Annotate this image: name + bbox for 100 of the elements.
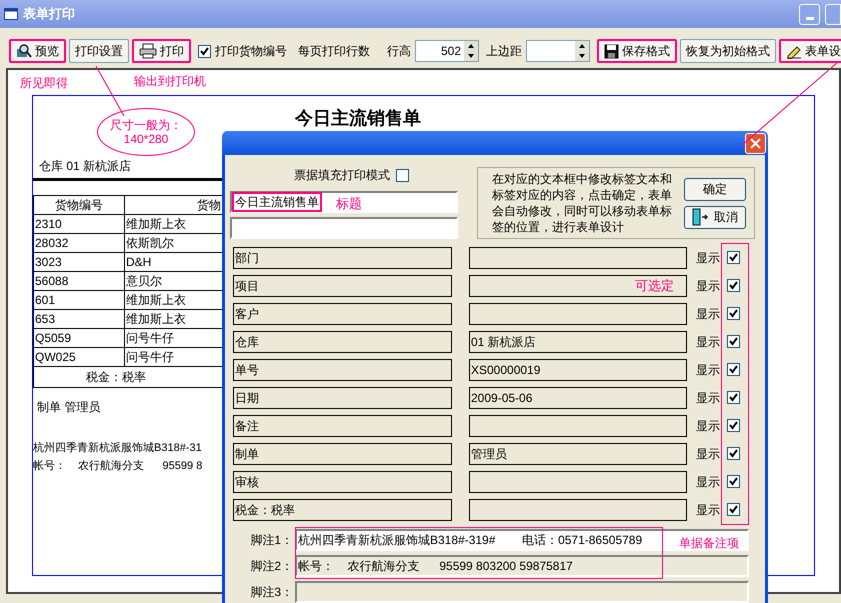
table-cell: QW025 xyxy=(34,348,125,366)
show-label: 显示 xyxy=(696,418,720,435)
table-cell: Q5059 xyxy=(34,329,125,347)
design-button[interactable]: 表单设 xyxy=(779,39,841,63)
table-cell-text: 问号牛仔 xyxy=(125,349,175,366)
table-cell-text: D&H xyxy=(125,254,152,271)
value-field[interactable]: XS00000019 xyxy=(469,359,687,381)
checkmark-icon xyxy=(729,365,738,374)
toolbar-button[interactable]: 恢复为初始格式 xyxy=(680,39,776,63)
window-icon xyxy=(4,8,18,20)
spin-label: 行高 xyxy=(387,43,411,60)
table-header: 货物 xyxy=(196,197,222,214)
floppy-icon xyxy=(604,44,619,58)
footnote-field[interactable]: 帐号： 农行航海分支 95599 803200 59875817 xyxy=(295,555,749,577)
rows-per-page-label: 每页打印行数 xyxy=(298,43,370,60)
annotation-text: 尺寸一般为： xyxy=(110,118,182,132)
checkmark-icon xyxy=(729,421,738,430)
warehouse-text: 仓库 01 新杭派店 xyxy=(39,158,132,174)
checkmark-icon xyxy=(729,393,738,402)
subtitle-field[interactable] xyxy=(230,217,458,239)
printer-icon xyxy=(139,43,157,59)
show-checkbox[interactable] xyxy=(727,391,740,404)
footnote-label: 脚注1： xyxy=(249,532,294,549)
value-field[interactable]: 管理员 xyxy=(469,443,687,465)
annotation-text: 所见即得 xyxy=(20,75,68,92)
show-checkbox[interactable] xyxy=(727,419,740,432)
checkmark-icon xyxy=(729,337,738,346)
show-label: 显示 xyxy=(696,334,720,351)
label-field[interactable]: 项目 xyxy=(233,275,452,297)
checkmark-icon xyxy=(200,46,209,56)
table-cell: 653 xyxy=(34,310,125,328)
show-label: 显示 xyxy=(696,474,720,491)
label-field[interactable]: 制单 xyxy=(233,443,452,465)
info-text: 在对应的文本框中修改标签文本和标签对应的内容，点击确定，表单会自动修改，同时可以移动表单标签的位置，进行表单设计 xyxy=(492,171,673,235)
show-checkbox[interactable] xyxy=(727,503,740,516)
cancel-button[interactable]: 取消 xyxy=(684,206,746,228)
show-checkbox[interactable] xyxy=(727,307,740,320)
value-field[interactable] xyxy=(469,471,687,493)
value-field[interactable] xyxy=(469,247,687,269)
preview-button[interactable]: 预览 xyxy=(9,39,66,63)
ok-button[interactable]: 确定 xyxy=(684,178,746,200)
table-cell-text: 意贝尔 xyxy=(125,273,163,290)
label-field[interactable]: 仓库 xyxy=(233,331,452,353)
footnote-label: 脚注2： xyxy=(249,558,294,575)
show-label: 显示 xyxy=(696,502,720,519)
label-field[interactable]: 客户 xyxy=(233,303,452,325)
label-field[interactable]: 日期 xyxy=(233,387,452,409)
table-cell: 3023 xyxy=(34,253,125,271)
save-button[interactable]: 保存格式 xyxy=(597,39,677,63)
spin-field[interactable]: 502 xyxy=(415,40,479,62)
checkbox[interactable] xyxy=(198,44,211,58)
show-checkbox[interactable] xyxy=(727,335,740,348)
value-field[interactable] xyxy=(469,499,687,521)
show-label: 显示 xyxy=(696,306,720,323)
checkmark-icon xyxy=(729,449,738,458)
window-title: 表单打印 xyxy=(23,5,75,24)
checkbox[interactable] xyxy=(396,168,409,182)
checkmark-icon xyxy=(729,309,738,318)
show-label: 显示 xyxy=(696,362,720,379)
value-field[interactable]: 2009-05-06 xyxy=(469,387,687,409)
annotation-text: 单据备注项 xyxy=(679,536,739,550)
table-cell-text: 问号牛仔 xyxy=(125,330,175,347)
show-checkbox[interactable] xyxy=(727,279,740,292)
table-cell-text: 维加斯上衣 xyxy=(125,216,187,233)
value-field[interactable] xyxy=(469,415,687,437)
table-header: 货物编号 xyxy=(34,196,125,214)
close-icon xyxy=(750,138,761,148)
close-button[interactable] xyxy=(745,132,766,154)
checkmark-icon xyxy=(729,253,738,262)
magnifier-icon xyxy=(16,43,32,59)
table-cell-text: 维加斯上衣 xyxy=(125,292,187,309)
footer-text: 杭州四季青新杭派服饰城B318#-31 xyxy=(33,440,202,456)
show-checkbox[interactable] xyxy=(727,363,740,376)
show-checkbox[interactable] xyxy=(727,447,740,460)
print-button[interactable]: 打印 xyxy=(132,39,191,63)
show-checkbox[interactable] xyxy=(727,251,740,264)
label-field[interactable]: 税金：税率 xyxy=(233,499,452,521)
label-field[interactable]: 审核 xyxy=(233,471,452,493)
value-field[interactable] xyxy=(469,303,687,325)
form-title: 今日主流销售单 xyxy=(295,108,422,128)
footnote-field[interactable] xyxy=(295,581,749,603)
table-cell: 56088 xyxy=(34,272,125,290)
table-cell: 601 xyxy=(34,291,125,309)
show-checkbox[interactable] xyxy=(727,475,740,488)
label-field[interactable]: 部门 xyxy=(233,247,452,269)
spin-field[interactable] xyxy=(526,40,590,62)
table-cell-text: 维加斯上衣 xyxy=(125,311,187,328)
label-field[interactable]: 单号 xyxy=(233,359,452,381)
value-field[interactable] xyxy=(469,275,687,297)
footnote-label: 脚注3： xyxy=(249,584,294,601)
checkbox-label: 打印货物编号 xyxy=(215,43,287,60)
fill-mode-label: 票据填充打印模式 xyxy=(294,167,390,184)
toolbar-button[interactable]: 打印设置 xyxy=(69,39,129,63)
value-field[interactable]: 01 新杭派店 xyxy=(469,331,687,353)
show-label: 显示 xyxy=(696,390,720,407)
table-cell: 28032 xyxy=(34,234,125,252)
label-field[interactable]: 备注 xyxy=(233,415,452,437)
table-cell-text: 依斯凯尔 xyxy=(125,235,175,252)
checkmark-icon xyxy=(729,281,738,290)
annotation-text: 140*280 xyxy=(124,132,168,146)
